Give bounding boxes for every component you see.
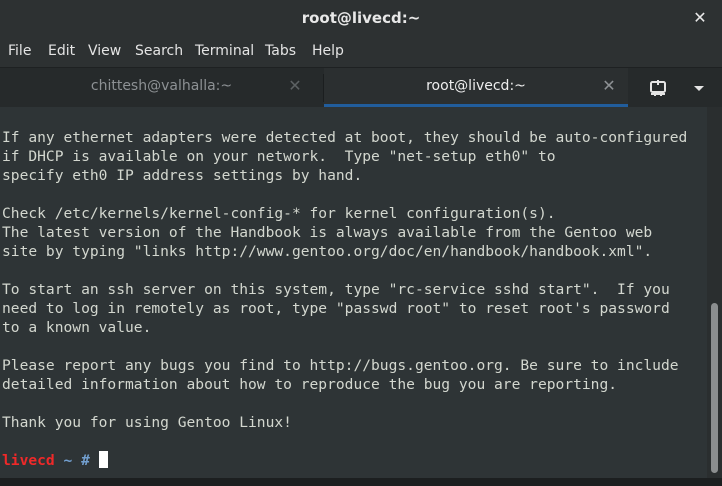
menu-edit[interactable]: Edit bbox=[48, 43, 75, 59]
shell-prompt: livecd ~ # bbox=[2, 451, 108, 470]
menu-file[interactable]: File bbox=[8, 43, 31, 59]
chevron-down-icon bbox=[694, 86, 704, 91]
title-bar[interactable]: root@livecd:~ ✕ bbox=[0, 0, 722, 38]
window-title: root@livecd:~ bbox=[301, 9, 421, 27]
terminal-line: if DHCP is available on your network. Ty… bbox=[2, 148, 556, 165]
terminal-text: If any ethernet adapters were detected a… bbox=[2, 128, 687, 432]
window-bottom-edge bbox=[0, 478, 722, 486]
menu-view[interactable]: View bbox=[88, 43, 121, 59]
tab-chittesh-valhalla[interactable]: chittesh@valhalla:~ ✕ bbox=[0, 68, 323, 107]
menu-tabs[interactable]: Tabs bbox=[265, 43, 296, 59]
tab-bar: chittesh@valhalla:~ ✕ root@livecd:~ ✕ bbox=[0, 67, 722, 107]
tab-label: chittesh@valhalla:~ bbox=[90, 78, 233, 94]
terminal-line: To start an ssh server on this system, t… bbox=[2, 281, 670, 298]
terminal-line: Check /etc/kernels/kernel-config-* for k… bbox=[2, 205, 556, 222]
tab-root-livecd[interactable]: root@livecd:~ ✕ bbox=[324, 68, 628, 107]
new-tab-button[interactable] bbox=[644, 77, 672, 99]
terminal-line: detailed information about how to reprod… bbox=[2, 376, 618, 393]
prompt-host: livecd bbox=[2, 452, 55, 469]
terminal-line: If any ethernet adapters were detected a… bbox=[2, 129, 688, 146]
close-icon: ✕ bbox=[693, 8, 707, 27]
terminal-line: Thank you for using Gentoo Linux! bbox=[2, 414, 292, 431]
terminal-line: site by typing "links http://www.gentoo.… bbox=[2, 243, 653, 260]
terminal-line: The latest version of the Handbook is al… bbox=[2, 224, 653, 241]
close-window-button[interactable]: ✕ bbox=[690, 8, 710, 28]
scrollbar-thumb[interactable] bbox=[711, 303, 718, 473]
prompt-path: ~ bbox=[63, 452, 73, 469]
new-tab-icon bbox=[650, 80, 666, 96]
terminal-window: root@livecd:~ ✕ File Edit View Search Te… bbox=[0, 0, 722, 486]
tabs-menu-button[interactable] bbox=[688, 77, 710, 99]
terminal-line: Please report any bugs you find to http:… bbox=[2, 357, 679, 374]
close-tab-icon[interactable]: ✕ bbox=[601, 77, 617, 95]
text-cursor bbox=[98, 451, 108, 468]
vertical-scrollbar[interactable] bbox=[707, 107, 722, 478]
menu-bar: File Edit View Search Terminal Tabs Help bbox=[0, 38, 722, 67]
menu-help[interactable]: Help bbox=[312, 43, 344, 59]
menu-search[interactable]: Search bbox=[135, 43, 183, 59]
menu-terminal[interactable]: Terminal bbox=[195, 43, 254, 59]
terminal-line: to a known value. bbox=[2, 319, 152, 336]
prompt-symbol: # bbox=[81, 452, 90, 469]
close-tab-icon[interactable]: ✕ bbox=[287, 77, 303, 95]
terminal-output[interactable]: If any ethernet adapters were detected a… bbox=[0, 107, 707, 478]
tab-label: root@livecd:~ bbox=[426, 78, 526, 94]
terminal-line: need to log in remotely as root, type "p… bbox=[2, 300, 670, 317]
terminal-line: specify eth0 IP address settings by hand… bbox=[2, 167, 363, 184]
